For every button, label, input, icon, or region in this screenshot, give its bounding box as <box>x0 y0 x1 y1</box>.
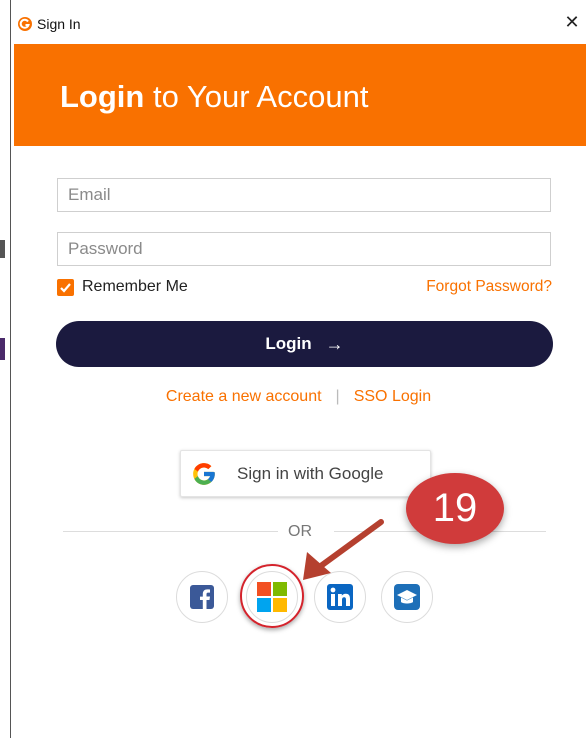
background-mark <box>0 240 5 258</box>
background-window-edge <box>0 0 10 738</box>
annotation-arrow <box>303 519 384 580</box>
background-mark <box>0 338 5 360</box>
sign-in-window: Sign In ✕ Login to Your Account Remember… <box>11 0 586 738</box>
step-number-badge: 19 <box>406 473 504 544</box>
